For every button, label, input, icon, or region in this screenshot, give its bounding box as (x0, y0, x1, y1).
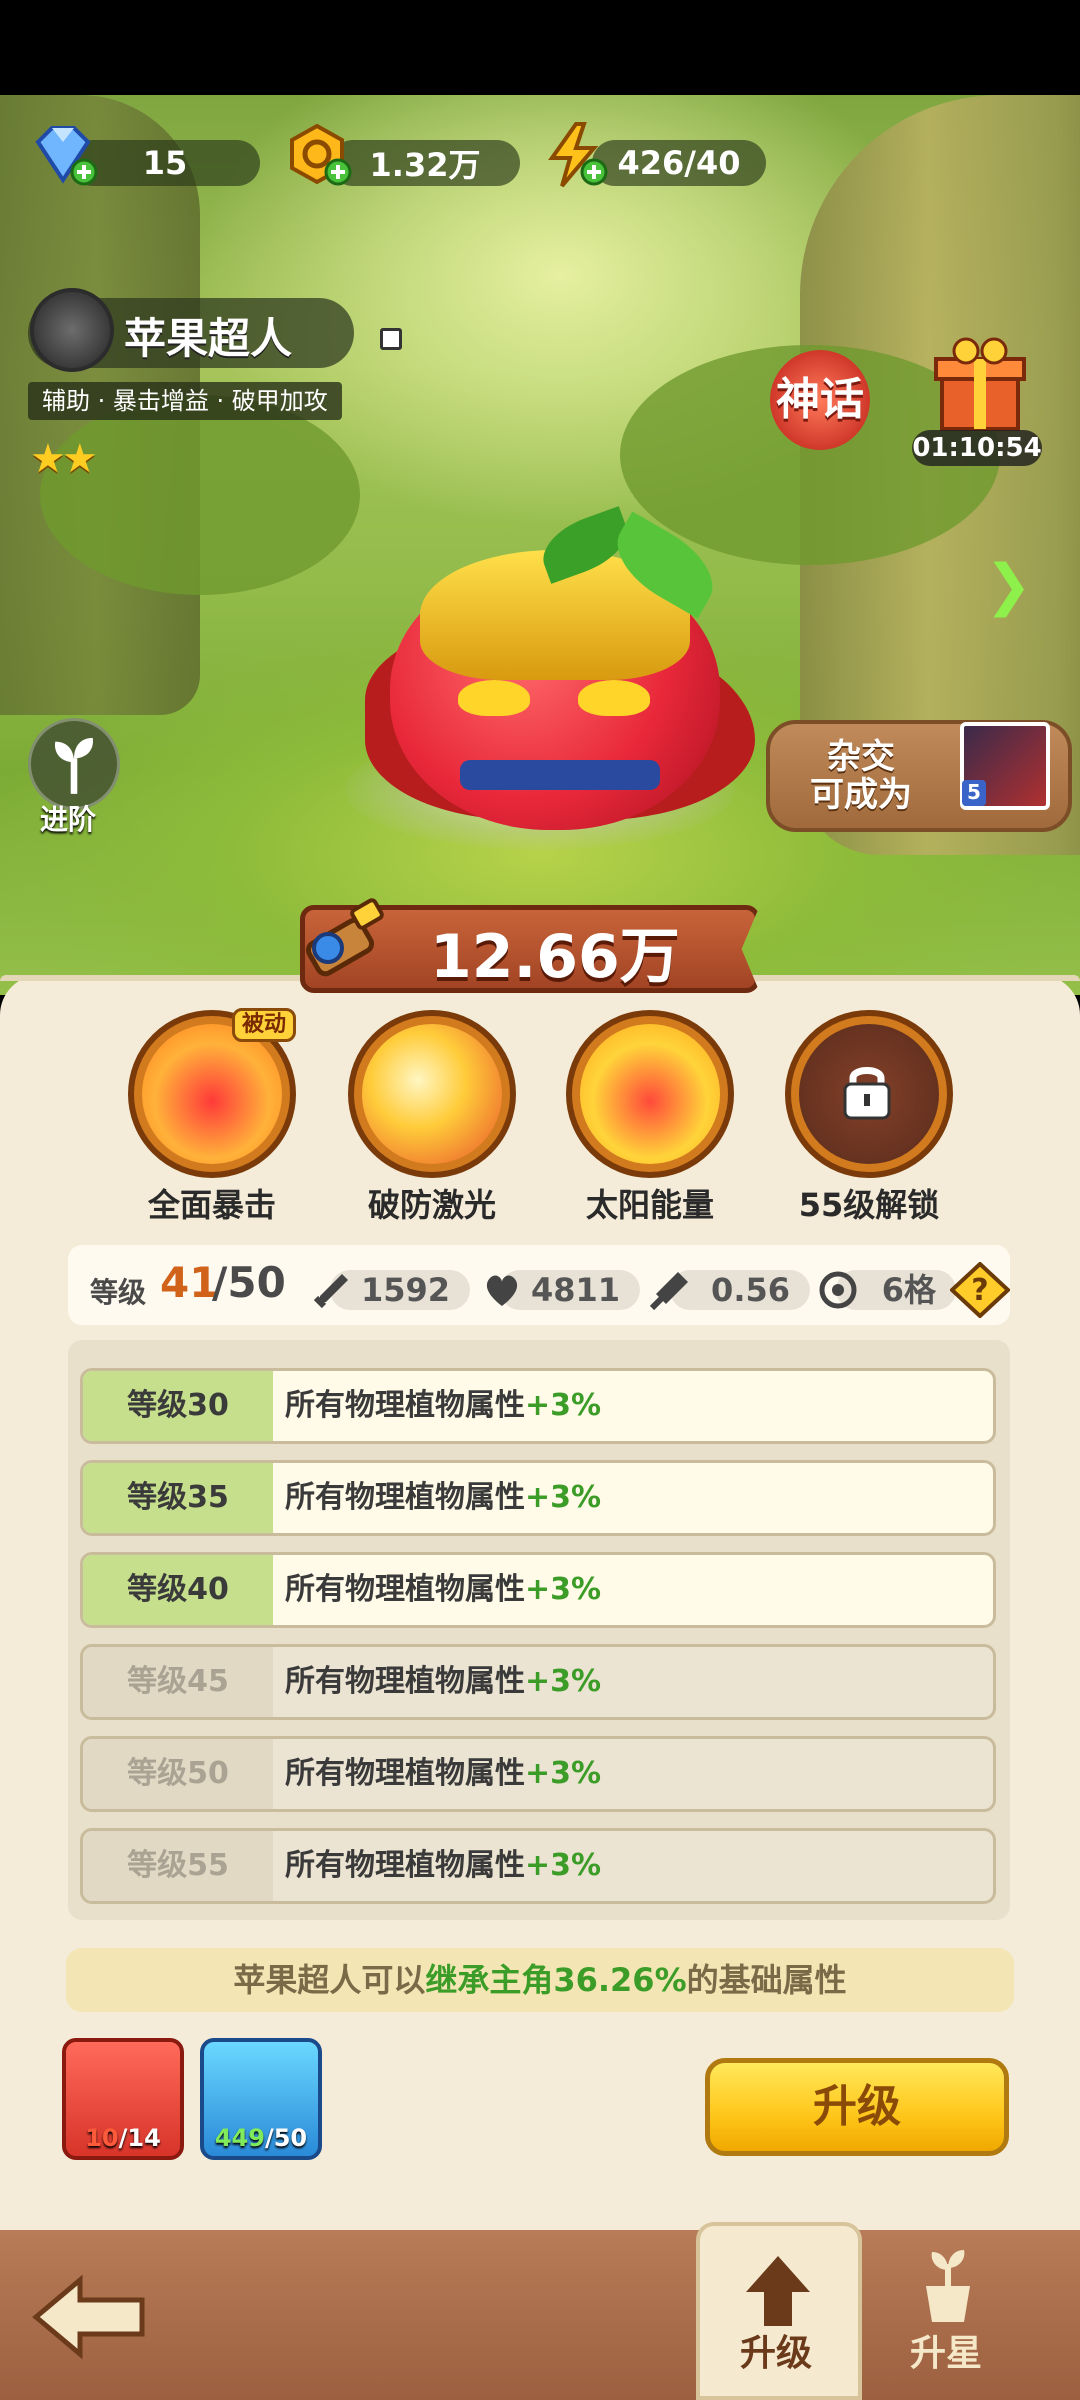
skill-armor-break-laser[interactable] (348, 1010, 516, 1178)
diamond-icon[interactable] (28, 120, 98, 190)
growth-potion-count: 449/50 (214, 2124, 308, 2152)
back-arrow-icon[interactable] (30, 2272, 150, 2362)
reward-level: 等级50 (83, 1739, 273, 1809)
level-label: 等级 (90, 1276, 147, 1309)
status-bar (0, 0, 1080, 95)
coins-value: 1.32万 (369, 146, 481, 184)
gems-value: 15 (142, 144, 188, 182)
next-plant-arrow-icon[interactable]: ❯ (985, 553, 1032, 618)
reward-level: 等级35 (83, 1463, 273, 1533)
level-reward-row: 等级30 所有物理植物属性+3% (80, 1368, 996, 1444)
plant-tags: 辅助 · 暴击增益 · 破甲加攻 (28, 382, 342, 420)
hybrid-text: 杂交 可成为 (810, 738, 912, 814)
inherit-info: 苹果超人可以继承主角36.26%的基础属性 (66, 1948, 1014, 2012)
upgrade-arrow-icon (746, 2256, 810, 2326)
power-value: 12.66万 (430, 922, 680, 992)
skill-label: 太阳能量 (585, 1186, 714, 1224)
advance-label: 进阶 (40, 803, 97, 836)
level-reward-row: 等级50 所有物理植物属性+3% (80, 1736, 996, 1812)
reward-desc: 所有物理植物属性+3% (285, 1848, 602, 1883)
coins-counter[interactable]: 1.32万 (330, 140, 520, 186)
svg-text:?: ? (971, 1273, 988, 1308)
skill-label: 破防激光 (367, 1186, 496, 1224)
level-reward-row: 等级45 所有物理植物属性+3% (80, 1644, 996, 1720)
level-reward-row: 等级55 所有物理植物属性+3% (80, 1828, 996, 1904)
hybrid-level-badge: 5 (962, 780, 986, 806)
reward-level: 等级45 (83, 1647, 273, 1717)
plant-shard-count: 10/14 (85, 2124, 161, 2152)
plant-eyes (458, 680, 658, 724)
plant-name: 苹果超人 (124, 314, 293, 363)
upgrade-button[interactable]: 升级 (705, 2058, 1009, 2156)
level-reward-row: 等级35 所有物理植物属性+3% (80, 1460, 996, 1536)
attack-speed-icon (649, 1272, 688, 1311)
star-rating: ★★ (30, 436, 98, 482)
lightning-icon[interactable] (538, 120, 608, 190)
sprout-icon (54, 737, 93, 794)
skill-label: 全面暴击 (147, 1186, 276, 1224)
level-reward-row: 等级40 所有物理植物属性+3% (80, 1552, 996, 1628)
hybrid-line1: 杂交 (827, 737, 895, 777)
gems-counter[interactable]: 15 (70, 140, 260, 186)
reward-desc: 所有物理植物属性+3% (285, 1664, 602, 1699)
blaster-icon (305, 898, 384, 977)
reward-level: 等级40 (83, 1555, 273, 1625)
energy-value: 426/40 (617, 144, 741, 182)
help-icon[interactable]: ? (950, 1262, 1010, 1318)
reward-level: 等级30 (83, 1371, 273, 1441)
reward-desc: 所有物理植物属性+3% (285, 1388, 602, 1423)
forest-scene (0, 95, 1080, 995)
heart-icon (486, 1275, 518, 1306)
level-current: 41 (160, 1258, 219, 1307)
hybrid-line2: 可成为 (810, 775, 912, 815)
skill-solar-energy[interactable] (566, 1010, 734, 1178)
advance-button[interactable] (28, 718, 120, 810)
bush (40, 395, 360, 595)
sword-icon (313, 1274, 348, 1309)
pot-sprout-icon[interactable] (908, 2246, 988, 2326)
plant-belt (460, 760, 660, 790)
reward-desc: 所有物理植物属性+3% (285, 1572, 602, 1607)
energy-counter[interactable]: 426/40 (592, 140, 766, 186)
gift-box-icon[interactable] (928, 335, 1032, 435)
level-max: /50 (212, 1258, 286, 1307)
gift-timer: 01:10:54 (912, 430, 1042, 466)
rarity-badge: 神话 (770, 350, 870, 450)
target-icon (819, 1271, 857, 1309)
info-checkbox[interactable] (380, 328, 402, 350)
reward-level: 等级55 (83, 1831, 273, 1901)
lock-icon (843, 1067, 891, 1120)
coin-icon[interactable] (282, 120, 352, 190)
hammer-icon (30, 288, 114, 372)
reward-desc: 所有物理植物属性+3% (285, 1756, 602, 1791)
passive-badge: 被动 (232, 1008, 296, 1042)
skill-label: 55级解锁 (798, 1186, 940, 1224)
reward-desc: 所有物理植物属性+3% (285, 1480, 602, 1515)
tab-upgrade-label: 升级 (740, 2333, 813, 2374)
tab-star-up-label[interactable]: 升星 (910, 2324, 982, 2376)
